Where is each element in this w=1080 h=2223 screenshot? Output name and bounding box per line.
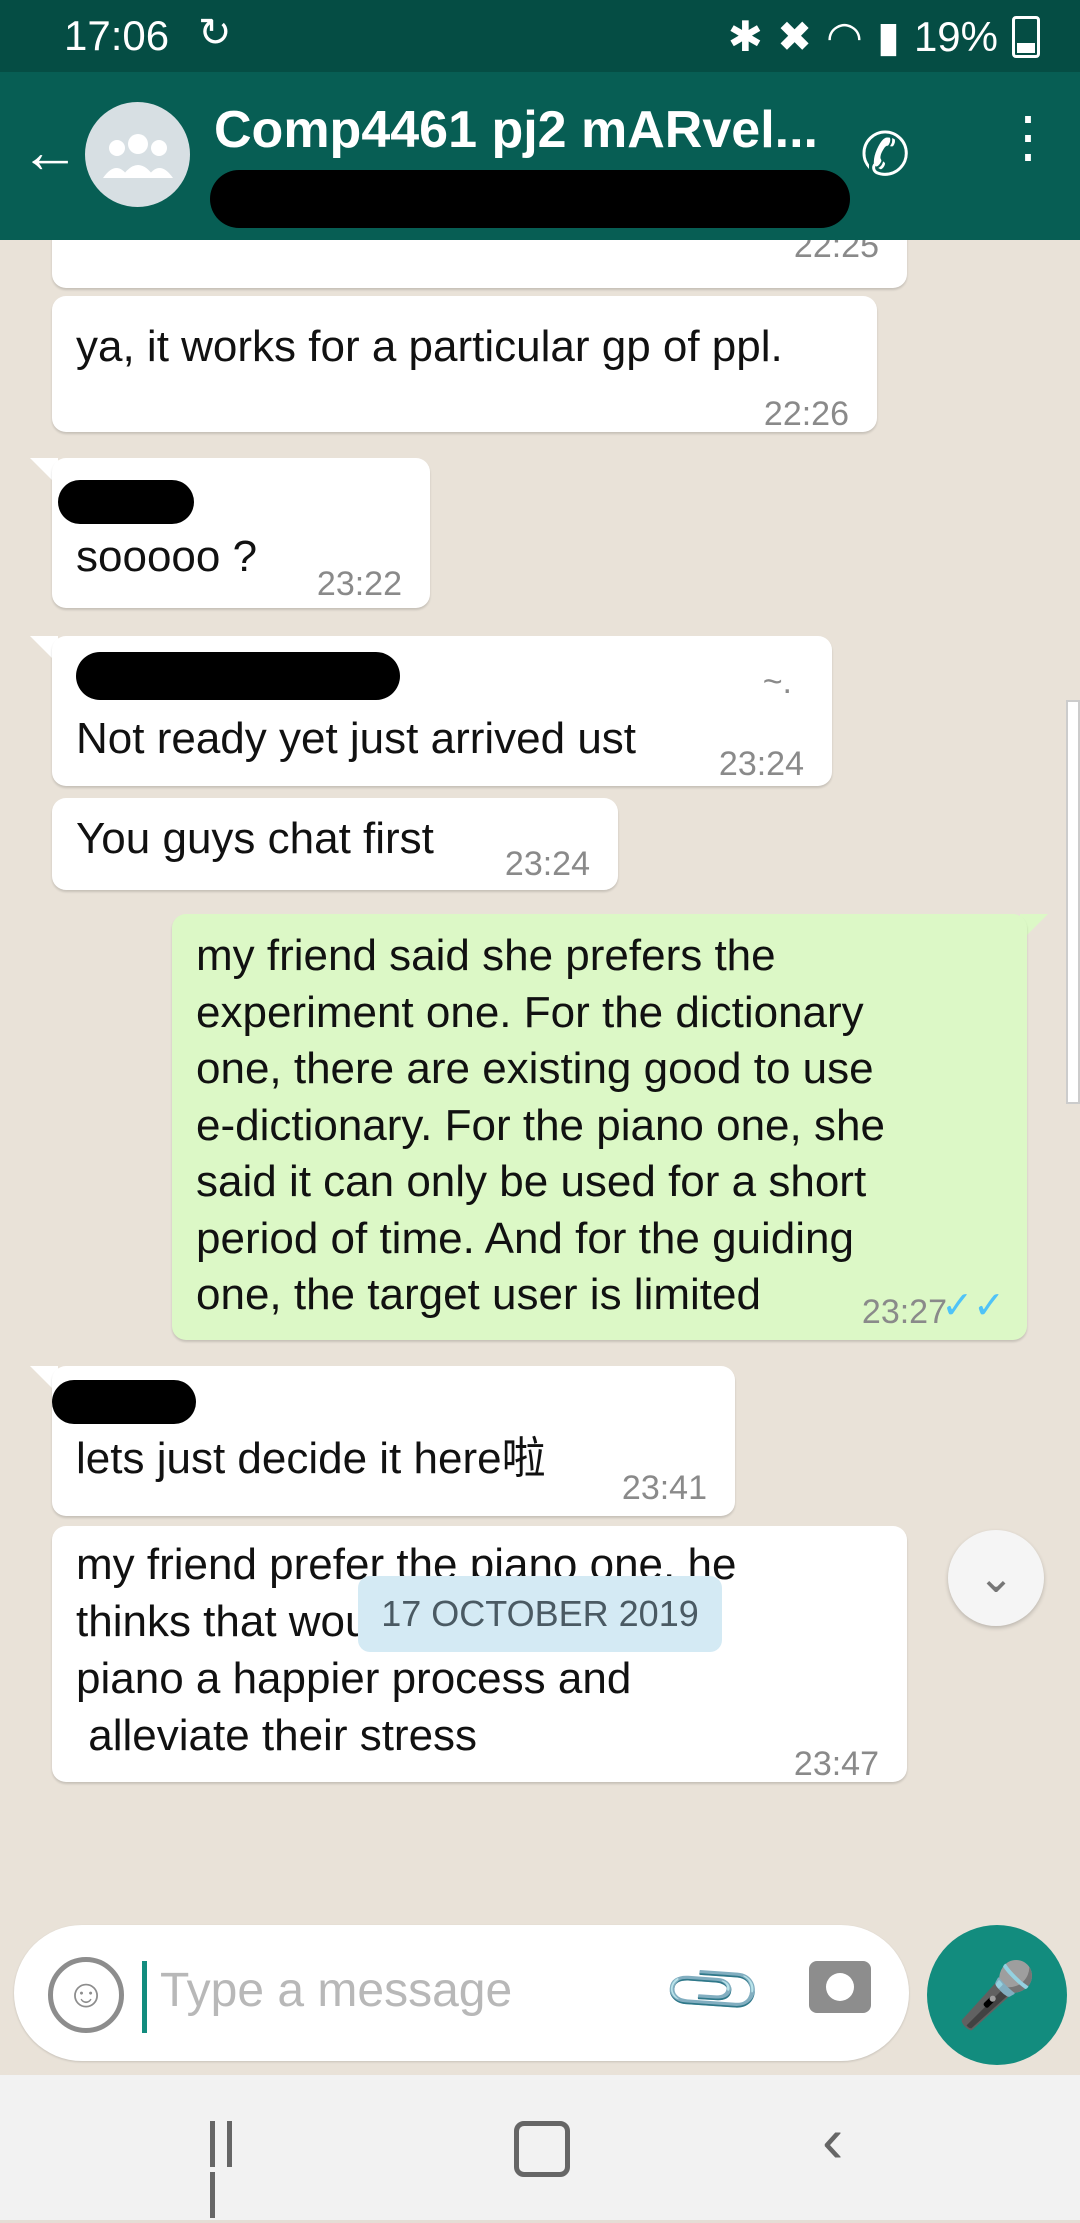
home-button[interactable]: [514, 2121, 570, 2177]
group-icon: [102, 133, 173, 178]
emoji-icon[interactable]: ☺: [48, 1957, 124, 2033]
microphone-icon: 🎤: [957, 1959, 1037, 2031]
message-time: 22:26: [763, 395, 849, 433]
more-options-icon[interactable]: ⋮: [1000, 109, 1056, 165]
message-text: my friend said she prefers the experimen…: [196, 931, 885, 1319]
message-bubble[interactable]: ~. Not ready yet just arrived ust 23:24: [52, 636, 832, 786]
recents-button[interactable]: [210, 2121, 256, 2218]
redacted-subtitle: [210, 170, 850, 228]
message-bubble-outgoing[interactable]: my friend said she prefers the experimen…: [172, 914, 1027, 1340]
attach-icon[interactable]: 📎: [659, 1936, 768, 2045]
message-time: 22:25: [793, 240, 879, 265]
mute-icon: ✖: [776, 13, 813, 60]
status-time: 17:06: [64, 12, 170, 59]
message-bubble[interactable]: You guys chat first 23:24: [52, 798, 618, 890]
scroll-to-bottom-button[interactable]: ⌄: [948, 1530, 1044, 1626]
status-icons: ✱ ✖ ◠ ▮ 19%: [728, 12, 1040, 61]
message-time: 23:24: [504, 845, 590, 883]
message-text: lets just decide it here啦: [76, 1434, 546, 1483]
message-text: sooooo ?: [76, 532, 258, 581]
message-text: You guys chat first: [76, 814, 434, 863]
message-bubble[interactable]: sooooo ? 23:22: [52, 458, 430, 608]
status-bar: 17:06 ↻ ✱ ✖ ◠ ▮ 19%: [0, 0, 1080, 72]
signal-icon: ▮: [876, 13, 900, 60]
date-separator: 17 OCTOBER 2019: [358, 1576, 722, 1652]
message-time: 23:47: [793, 1745, 879, 1783]
composer-bar: ☺ Type a message 📎 🎤: [0, 1925, 1080, 2075]
back-arrow-icon[interactable]: ←: [20, 122, 80, 182]
message-bubble[interactable]: lets just decide it here啦 23:41: [52, 1366, 735, 1516]
chat-header: ← Comp4461 pj2 mARvel... ✆ ⋮: [0, 72, 1080, 240]
redacted-sender: [58, 480, 194, 524]
message-time: 23:41: [621, 1469, 707, 1507]
message-time: 23:27: [861, 1293, 947, 1331]
redacted-sender: [76, 652, 400, 700]
sender-suffix: ~.: [762, 663, 792, 701]
text-cursor: [142, 1961, 147, 2033]
battery-icon: [1012, 15, 1040, 58]
message-text: Not ready yet just arrived ust: [76, 714, 637, 763]
voice-record-button[interactable]: 🎤: [927, 1925, 1067, 2065]
redacted-sender: [52, 1380, 196, 1424]
message-time: 23:24: [718, 745, 804, 783]
system-nav-bar: ‹: [0, 2075, 1080, 2220]
message-input-container[interactable]: ☺ Type a message 📎: [14, 1925, 909, 2061]
read-receipt-icon: ✓✓: [941, 1285, 1005, 1327]
scrollbar[interactable]: [1066, 700, 1080, 1104]
camera-icon[interactable]: [809, 1961, 871, 2013]
sync-icon: ↻: [198, 11, 232, 55]
message-time: 23:22: [316, 565, 402, 603]
group-avatar[interactable]: [85, 102, 190, 207]
chat-area[interactable]: 22:25 ya, it works for a particular gp o…: [0, 240, 1080, 1925]
message-text: ya, it works for a particular gp of ppl.: [76, 322, 783, 371]
wifi-icon: ◠: [826, 13, 863, 60]
double-chevron-down-icon: ⌄: [977, 1553, 1015, 1602]
group-title[interactable]: Comp4461 pj2 mARvel...: [214, 100, 818, 160]
back-button[interactable]: ‹: [822, 2103, 843, 2177]
bluetooth-icon: ✱: [727, 13, 763, 60]
message-bubble[interactable]: my friend prefer the piano one, he think…: [52, 1526, 907, 1783]
add-call-icon[interactable]: ✆: [860, 120, 910, 190]
battery-percent: 19%: [913, 12, 998, 60]
message-input[interactable]: Type a message: [160, 1963, 512, 2018]
message-bubble[interactable]: ya, it works for a particular gp of ppl.…: [52, 296, 877, 433]
message-bubble[interactable]: 22:25: [52, 240, 907, 288]
